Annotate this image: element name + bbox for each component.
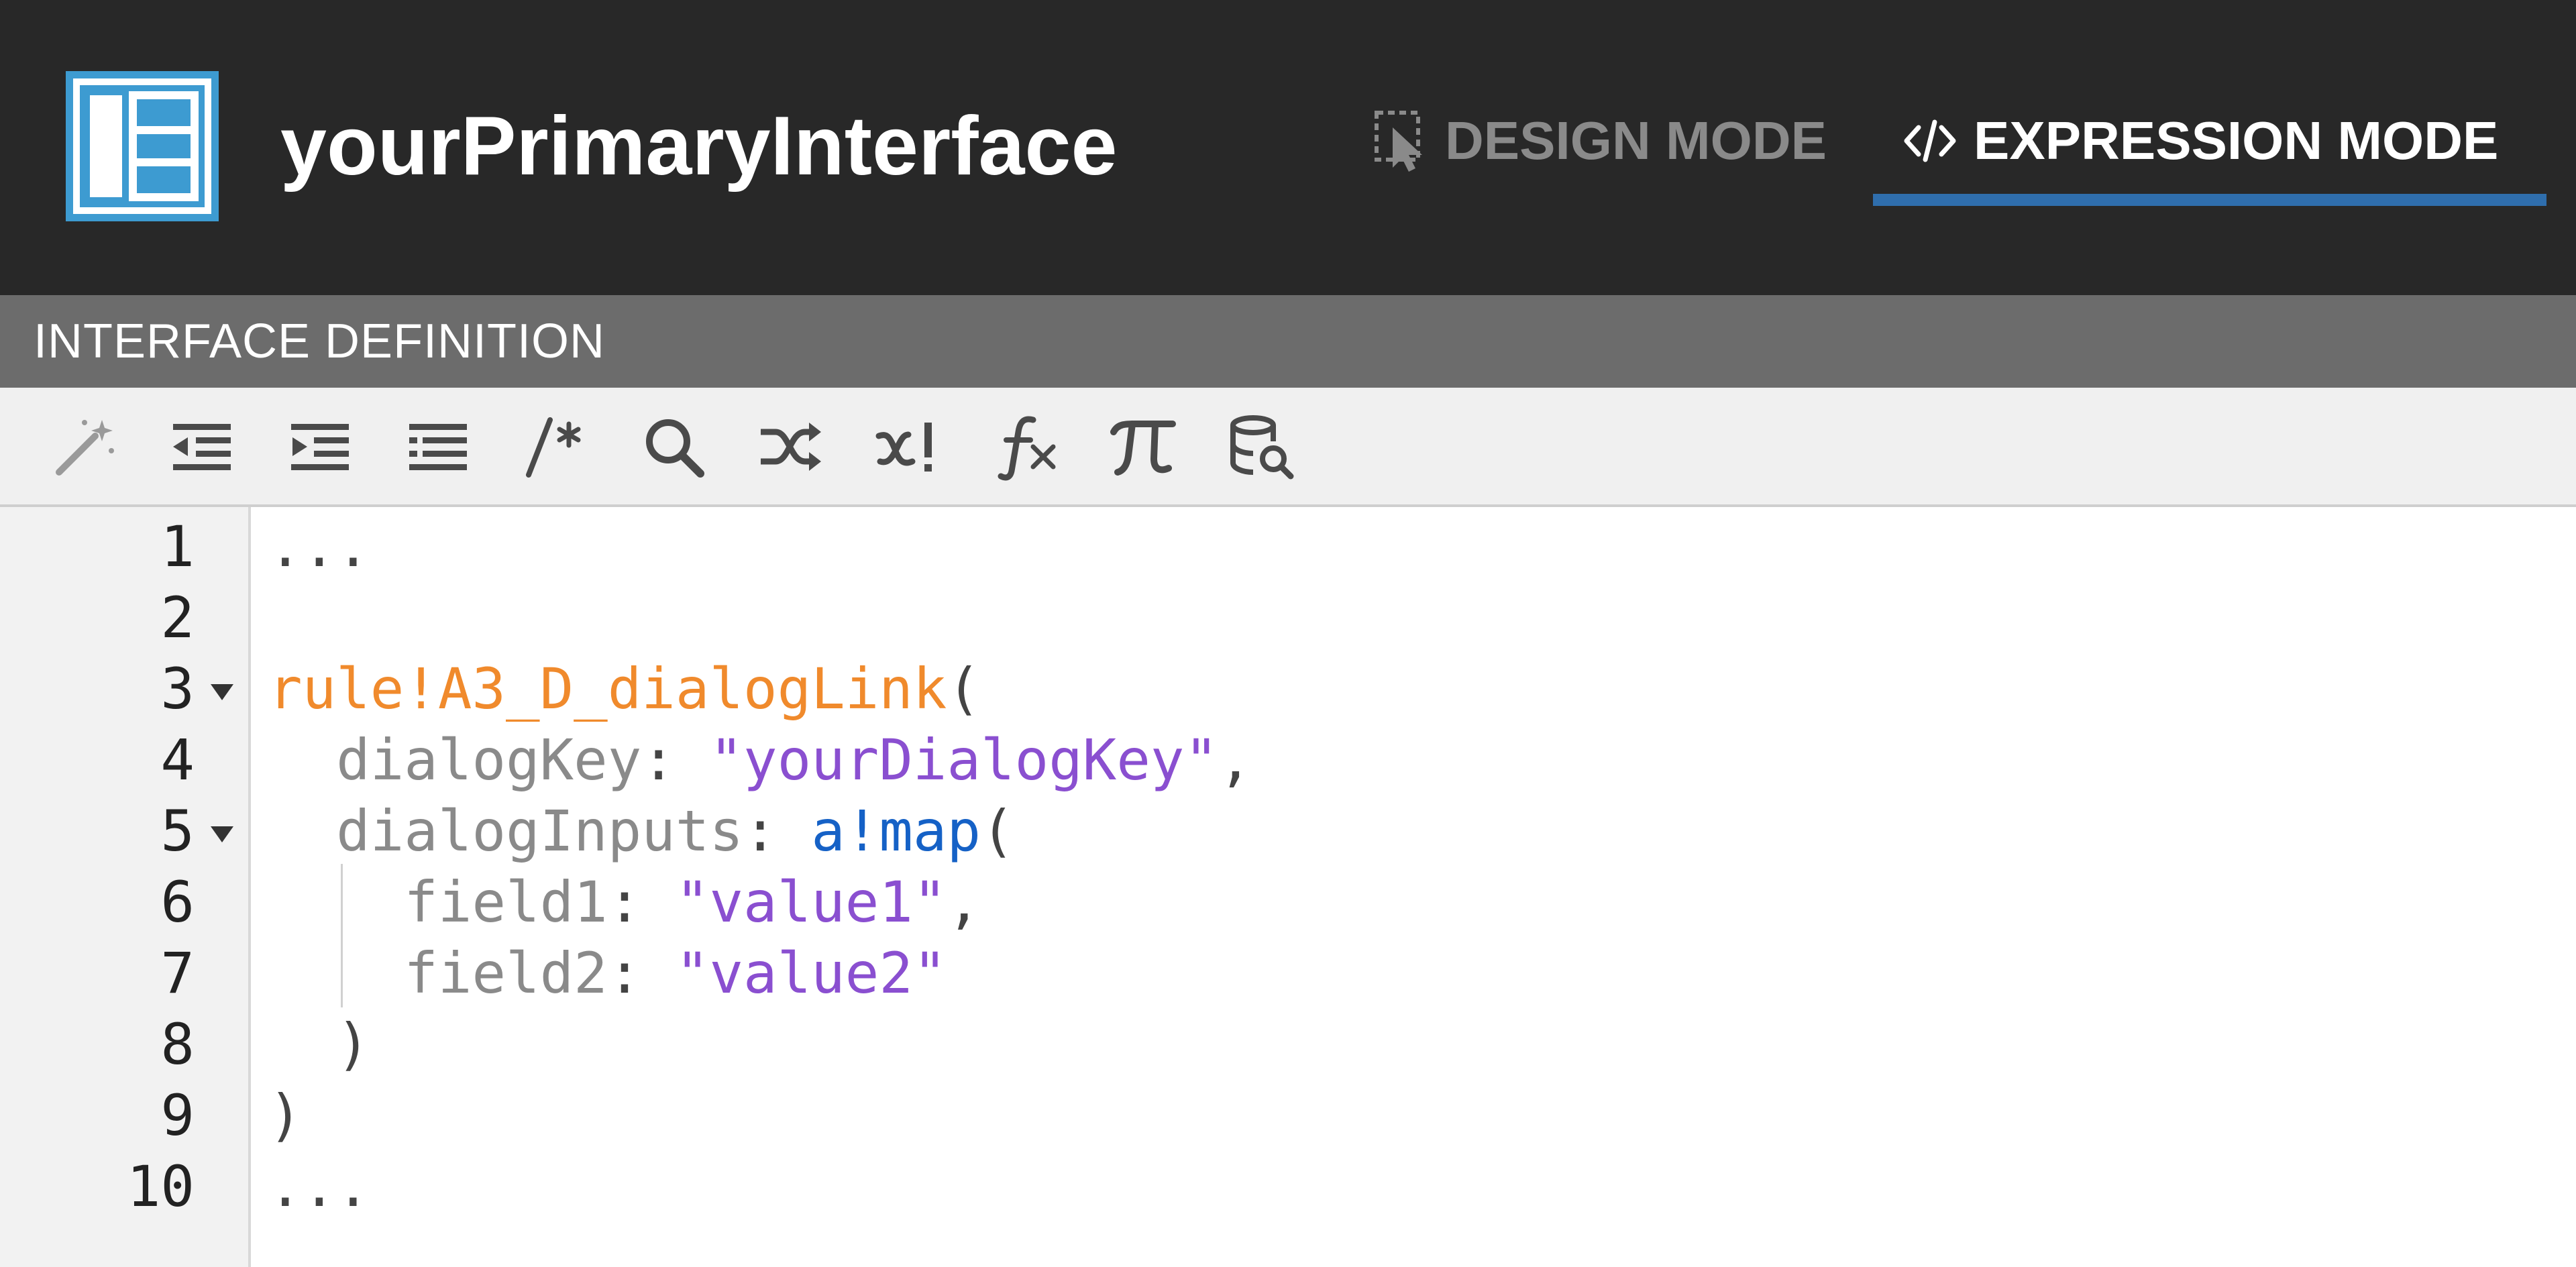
tab-design-mode-label: DESIGN MODE bbox=[1445, 111, 1827, 170]
code-token-comma: , bbox=[947, 869, 981, 935]
function-icon[interactable] bbox=[991, 412, 1061, 482]
code-line-3: rule!A3_D_dialogLink( bbox=[268, 653, 981, 724]
format-lines-icon[interactable] bbox=[402, 412, 472, 482]
active-tab-indicator bbox=[1873, 194, 2546, 206]
interface-layout-icon bbox=[66, 71, 219, 221]
tab-expression-mode-label: EXPRESSION MODE bbox=[1974, 111, 2499, 170]
app-header: yourPrimaryInterface DESIGN MODE EXPRESS… bbox=[0, 0, 2576, 295]
code-line-9: ) bbox=[268, 1080, 303, 1151]
code-token-key: dialogInputs bbox=[336, 798, 744, 864]
code-token-system-function: a!map bbox=[811, 798, 981, 864]
code-line-4: dialogKey: "yourDialogKey", bbox=[268, 724, 1252, 795]
comment-icon[interactable] bbox=[521, 412, 590, 482]
line-number: 10 bbox=[126, 1154, 195, 1219]
code-line-10: ... bbox=[268, 1151, 370, 1222]
tab-design-mode[interactable]: DESIGN MODE bbox=[1373, 107, 1827, 192]
editor-toolbar bbox=[0, 388, 2576, 507]
code-token-indent bbox=[268, 869, 404, 935]
code-token-indent bbox=[268, 798, 336, 864]
outdent-icon[interactable] bbox=[166, 412, 236, 482]
code-token-colon: : bbox=[607, 869, 676, 935]
variable-icon[interactable] bbox=[873, 412, 943, 482]
fold-arrow-icon[interactable] bbox=[205, 795, 239, 867]
magic-wand-icon[interactable] bbox=[50, 412, 119, 482]
shuffle-icon[interactable] bbox=[755, 412, 825, 482]
code-token-key: field1 bbox=[404, 869, 608, 935]
line-number: 1 bbox=[160, 514, 195, 580]
code-line-7: field2: "value2" bbox=[268, 938, 947, 1009]
code-token-paren: ) bbox=[268, 1083, 303, 1148]
code-token-ellipsis: ... bbox=[268, 1154, 370, 1219]
code-line-6: field1: "value1", bbox=[268, 867, 981, 938]
code-token-paren: ) bbox=[336, 1011, 370, 1077]
code-token-key: field2 bbox=[404, 940, 608, 1006]
design-select-icon bbox=[1373, 107, 1430, 172]
code-token-rule: rule!A3_D_dialogLink bbox=[268, 656, 947, 722]
code-token-colon: : bbox=[607, 940, 676, 1006]
code-icon bbox=[1901, 107, 1959, 172]
line-number: 7 bbox=[160, 940, 195, 1006]
line-number: 6 bbox=[160, 869, 195, 935]
line-number: 8 bbox=[160, 1011, 195, 1077]
code-token-string: "value2" bbox=[675, 940, 947, 1006]
code-token-colon: : bbox=[743, 798, 812, 864]
line-number: 5 bbox=[160, 798, 195, 864]
code-token-string: "yourDialogKey" bbox=[709, 727, 1219, 793]
fold-arrow-icon[interactable] bbox=[205, 653, 239, 724]
code-token-comma: , bbox=[1218, 727, 1252, 793]
code-line-1: ... bbox=[268, 511, 370, 582]
code-editor[interactable]: 1 2 3 4 5 6 7 8 9 10 ... rule!A3_D_dialo… bbox=[0, 507, 2576, 1267]
line-number: 3 bbox=[160, 656, 195, 722]
section-header: INTERFACE DEFINITION bbox=[0, 295, 2576, 388]
code-token-ellipsis: ... bbox=[268, 514, 370, 580]
section-title: INTERFACE DEFINITION bbox=[34, 315, 606, 368]
line-number: 9 bbox=[160, 1083, 195, 1148]
line-number: 2 bbox=[160, 585, 195, 651]
code-line-8: ) bbox=[268, 1009, 370, 1080]
code-token-key: dialogKey bbox=[336, 727, 642, 793]
code-token-paren: ( bbox=[947, 656, 981, 722]
database-search-icon[interactable] bbox=[1226, 412, 1296, 482]
code-token-indent bbox=[268, 1011, 336, 1077]
code-token-indent bbox=[268, 940, 404, 1006]
code-token-colon: : bbox=[641, 727, 710, 793]
indent-icon[interactable] bbox=[284, 412, 354, 482]
line-number: 4 bbox=[160, 727, 195, 793]
code-line-5: dialogInputs: a!map( bbox=[268, 795, 1015, 867]
pi-icon[interactable] bbox=[1108, 412, 1178, 482]
tab-expression-mode[interactable]: EXPRESSION MODE bbox=[1901, 107, 2498, 192]
code-token-indent bbox=[268, 727, 336, 793]
code-token-paren: ( bbox=[981, 798, 1015, 864]
search-icon[interactable] bbox=[639, 412, 708, 482]
code-token-string: "value1" bbox=[675, 869, 947, 935]
app-title: yourPrimaryInterface bbox=[280, 100, 1118, 192]
